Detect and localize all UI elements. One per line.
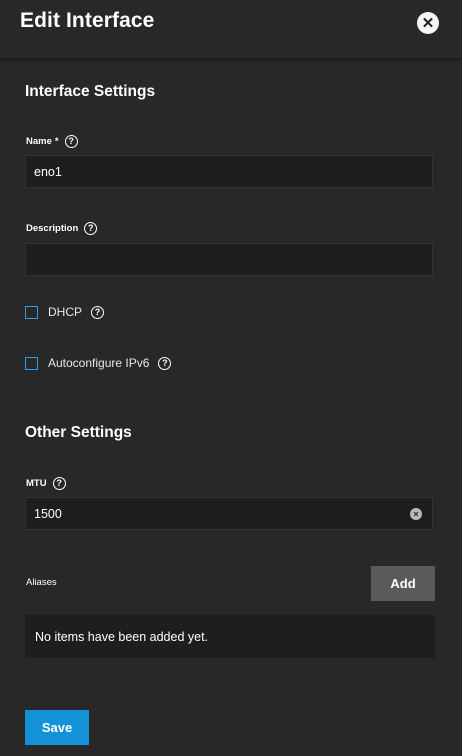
required-mark: * — [54, 136, 59, 147]
name-help-icon[interactable]: ? — [64, 135, 78, 148]
aliases-label: Aliases — [26, 577, 57, 588]
name-input[interactable]: eno1 — [25, 155, 433, 188]
name-input-value: eno1 — [34, 164, 62, 179]
dhcp-help-icon[interactable]: ? — [91, 305, 105, 319]
description-label-text: Description — [26, 223, 79, 234]
mtu-input[interactable]: 1500 × — [25, 497, 433, 530]
dhcp-row: DHCP ? — [25, 305, 105, 319]
empty-state-text: No items have been added yet. — [35, 629, 209, 644]
ipv6-row: Autoconfigure IPv6 ? — [25, 356, 172, 370]
mtu-label: MTU ? — [26, 477, 66, 490]
mtu-help-icon[interactable]: ? — [52, 477, 66, 490]
add-alias-button[interactable]: Add — [371, 566, 435, 601]
description-label: Description ? — [26, 222, 98, 235]
dialog-title: Edit Interface — [20, 9, 155, 32]
close-icon[interactable]: ✕ — [417, 12, 439, 34]
ipv6-checkbox[interactable] — [25, 356, 38, 370]
mtu-label-text: MTU — [26, 478, 47, 489]
dhcp-checkbox[interactable] — [25, 305, 38, 319]
name-label: Name * ? — [26, 135, 78, 148]
dhcp-label[interactable]: DHCP — [48, 305, 82, 319]
other-settings-heading: Other Settings — [25, 424, 132, 441]
clear-icon[interactable]: × — [410, 508, 422, 520]
name-label-text: Name — [26, 136, 52, 147]
dialog-header: Edit Interface ✕ — [0, 0, 462, 61]
description-help-icon[interactable]: ? — [84, 222, 98, 235]
description-input[interactable] — [25, 243, 433, 276]
save-button[interactable]: Save — [25, 710, 89, 745]
ipv6-label[interactable]: Autoconfigure IPv6 — [48, 356, 149, 370]
ipv6-help-icon[interactable]: ? — [158, 356, 172, 370]
mtu-input-value: 1500 — [34, 506, 62, 521]
aliases-empty-state: No items have been added yet. — [25, 615, 435, 658]
interface-settings-heading: Interface Settings — [25, 83, 156, 100]
aliases-label-text: Aliases — [26, 577, 57, 588]
